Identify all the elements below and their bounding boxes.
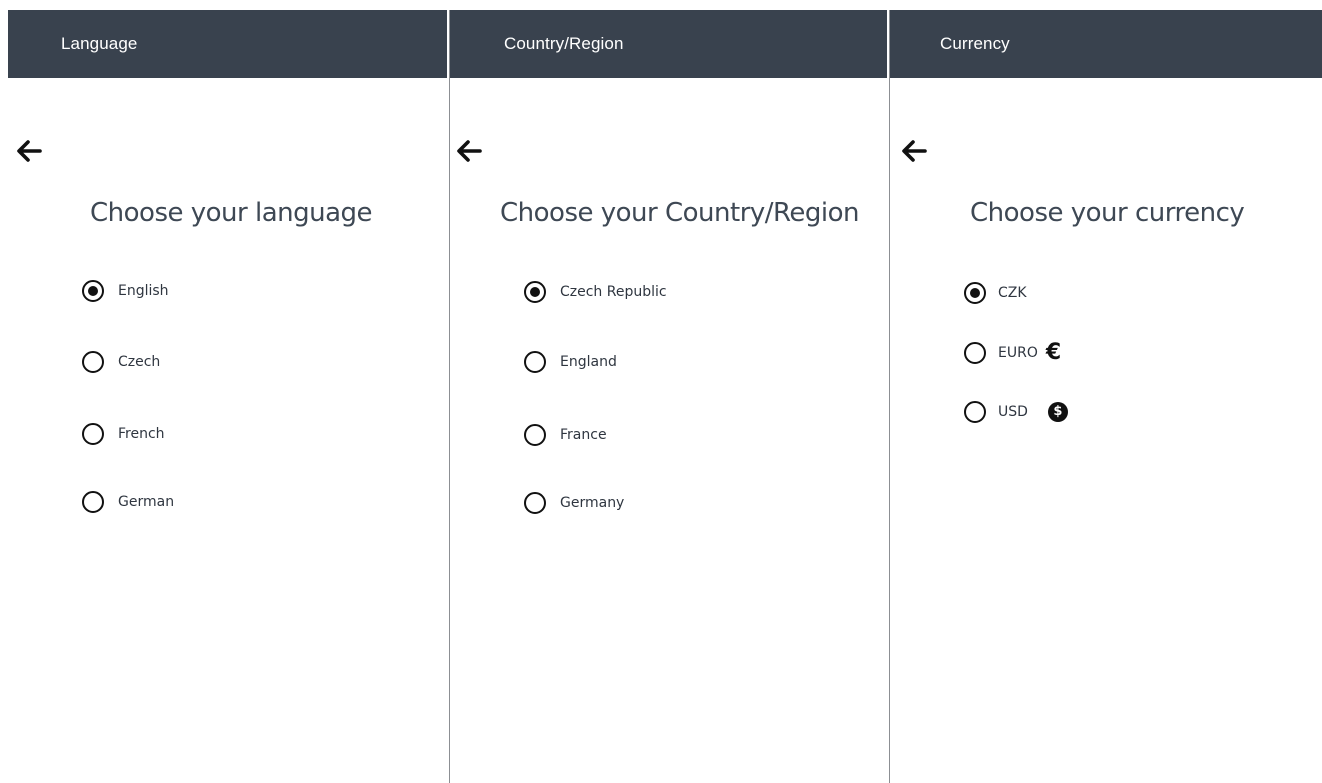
page-heading: Choose your language — [90, 198, 373, 228]
radio-option-czech[interactable]: Czech — [82, 349, 160, 375]
screen-title: Country/Region — [504, 34, 624, 53]
radio-button[interactable] — [964, 342, 986, 364]
radio-button-selected[interactable] — [964, 282, 986, 304]
arrow-left-icon — [457, 140, 482, 162]
radio-button[interactable] — [82, 491, 104, 513]
option-label: English — [118, 283, 169, 299]
topbar: Language — [8, 10, 447, 78]
option-label: CZK — [998, 285, 1027, 301]
dollar-circle-icon: $ — [1047, 402, 1068, 422]
arrow-left-icon — [902, 140, 927, 162]
screen-title: Currency — [940, 34, 1010, 53]
radio-button[interactable] — [82, 423, 104, 445]
country-screen: Country/Region Choose your Country/Regio… — [449, 10, 887, 783]
option-label: EURO — [998, 345, 1038, 361]
radio-button[interactable] — [524, 351, 546, 373]
arrow-left-icon — [17, 140, 42, 162]
radio-button[interactable] — [524, 492, 546, 514]
screens-container: Language Choose your language English Cz… — [0, 0, 1322, 783]
screen-title: Language — [61, 34, 138, 53]
back-button[interactable] — [16, 138, 42, 164]
option-label: Germany — [560, 495, 625, 511]
radio-option-england[interactable]: England — [524, 349, 617, 375]
radio-option-germany[interactable]: Germany — [524, 490, 624, 516]
radio-option-usd[interactable]: USD $ — [964, 399, 1068, 425]
radio-button[interactable] — [82, 351, 104, 373]
radio-option-czech-republic[interactable]: Czech Republic — [524, 279, 667, 305]
euro-icon: € — [1045, 340, 1062, 365]
option-label: German — [118, 494, 175, 510]
radio-button-selected[interactable] — [82, 280, 104, 302]
radio-option-french[interactable]: French — [82, 421, 165, 447]
page-heading: Choose your Country/Region — [500, 198, 860, 228]
currency-screen: Currency Choose your currency CZK EURO €… — [889, 10, 1322, 783]
radio-option-france[interactable]: France — [524, 422, 607, 448]
option-label: USD — [998, 404, 1028, 420]
radio-option-german[interactable]: German — [82, 489, 174, 515]
option-label: Czech — [118, 354, 161, 370]
back-button[interactable] — [456, 138, 482, 164]
radio-button[interactable] — [524, 424, 546, 446]
option-label: Czech Republic — [560, 284, 667, 300]
radio-button-selected[interactable] — [524, 281, 546, 303]
option-label: France — [560, 427, 607, 443]
language-screen: Language Choose your language English Cz… — [8, 10, 447, 783]
topbar: Currency — [890, 10, 1322, 78]
option-label: England — [560, 354, 617, 370]
page-heading: Choose your currency — [970, 198, 1245, 228]
radio-button[interactable] — [964, 401, 986, 423]
radio-option-czk[interactable]: CZK — [964, 280, 1027, 306]
radio-option-euro[interactable]: EURO € — [964, 340, 1061, 366]
topbar: Country/Region — [450, 10, 887, 78]
back-button[interactable] — [901, 138, 927, 164]
radio-option-english[interactable]: English — [82, 278, 169, 304]
option-label: French — [118, 426, 165, 442]
